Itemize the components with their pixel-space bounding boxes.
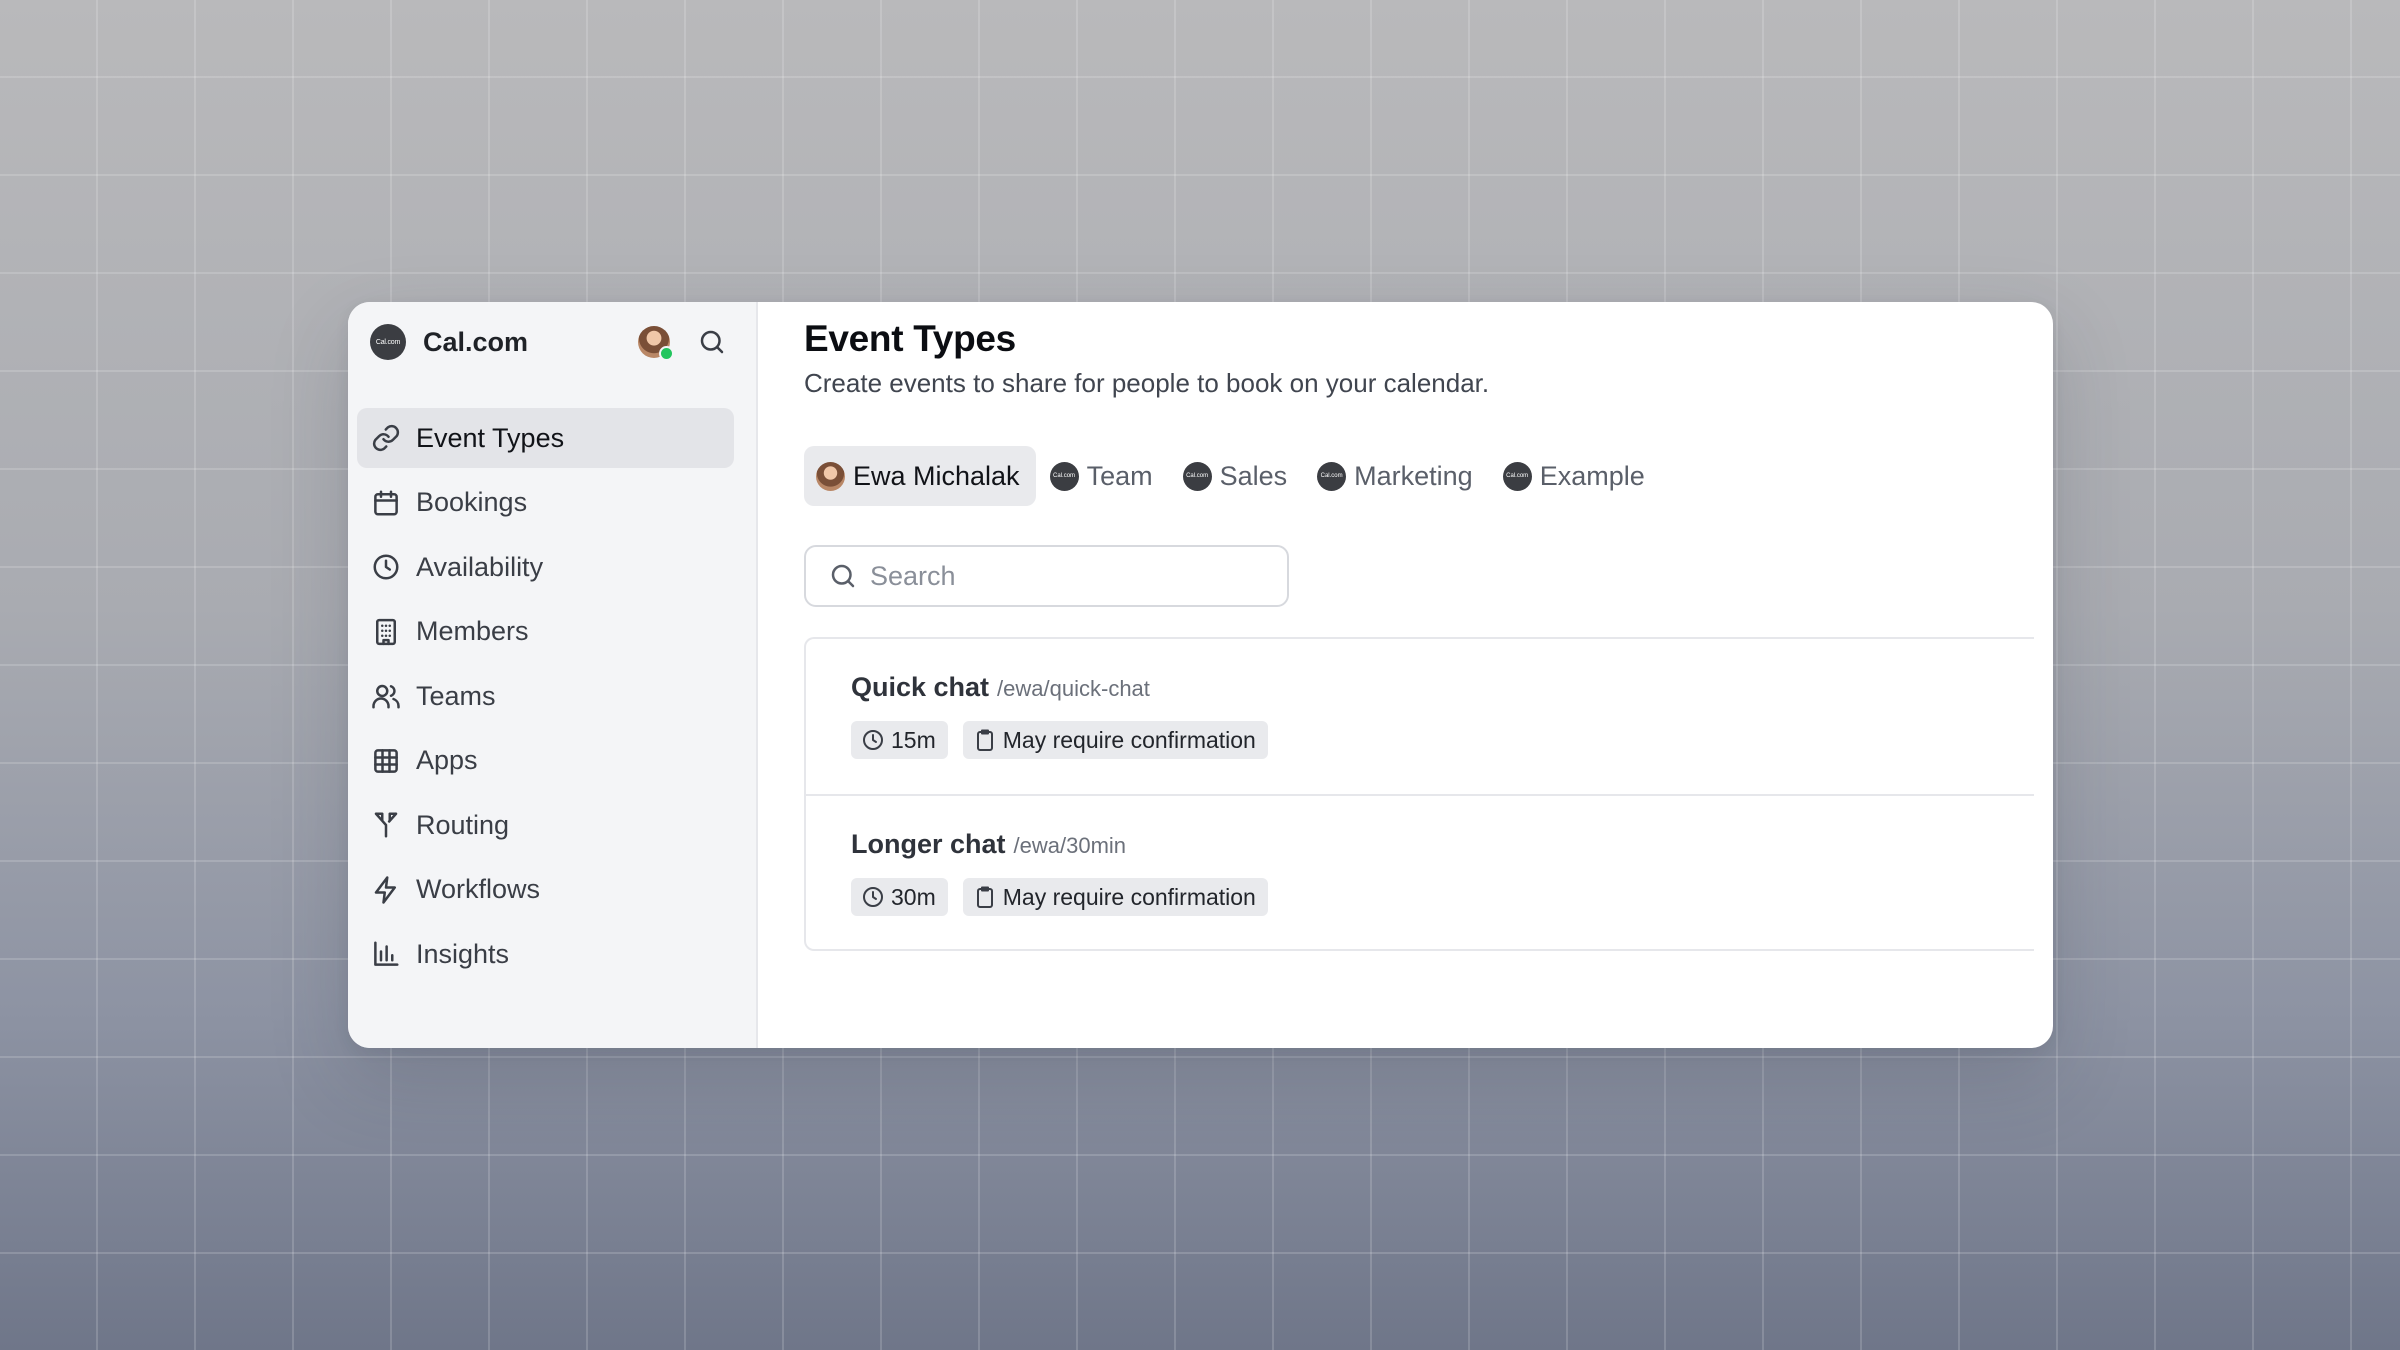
tab-marketing[interactable]: Cal.com Marketing <box>1305 446 1489 506</box>
tab-label: Example <box>1539 460 1645 491</box>
event-header: Quick chat /ewa/quick-chat <box>851 672 2034 703</box>
search-icon <box>831 564 855 588</box>
search-button[interactable] <box>697 327 727 357</box>
team-logo: Cal.com <box>1502 461 1532 491</box>
duration-label: 30m <box>891 883 936 910</box>
sidebar-item-label: Teams <box>416 680 496 711</box>
sidebar-item-label: Apps <box>416 745 478 775</box>
page-subtitle: Create events to share for people to boo… <box>804 368 1490 398</box>
sidebar-item-workflows[interactable]: Workflows <box>357 860 734 920</box>
profile-tabs: Ewa Michalak Cal.com Team Cal.com Sales … <box>804 446 2053 506</box>
event-type-list: Quick chat /ewa/quick-chat 15m May requi… <box>804 637 2034 951</box>
link-icon <box>372 424 400 452</box>
avatar <box>816 461 845 491</box>
sidebar-item-teams[interactable]: Teams <box>357 666 734 726</box>
sidebar-nav: Event Types Bookings Availability Member… <box>357 408 734 984</box>
sidebar-item-event-types[interactable]: Event Types <box>357 408 734 468</box>
team-logo: Cal.com <box>1317 461 1347 491</box>
brand-logo[interactable]: Cal.com <box>370 324 406 360</box>
tab-ewa-michalak[interactable]: Ewa Michalak <box>804 446 1036 506</box>
main-content: Event Types Create events to share for p… <box>758 302 2053 1048</box>
split-icon <box>374 812 398 838</box>
duration-badge: 15m <box>851 721 948 759</box>
tab-label: Sales <box>1219 460 1288 491</box>
search-field[interactable] <box>804 545 1289 607</box>
event-title[interactable]: Longer chat <box>851 829 1006 860</box>
event-badges: 30m May require confirmation <box>851 878 2034 916</box>
sidebar: Cal.com Cal.com Event Types Bookings Ava… <box>348 302 758 1048</box>
sidebar-item-members[interactable]: Members <box>357 602 734 662</box>
event-header: Longer chat /ewa/30min <box>851 829 2034 860</box>
tab-example[interactable]: Cal.com Example <box>1491 446 1661 506</box>
grid-icon <box>374 748 398 773</box>
confirmation-label: May require confirmation <box>1002 883 1256 910</box>
sidebar-item-label: Insights <box>416 938 510 969</box>
confirmation-label: May require confirmation <box>1002 726 1256 753</box>
team-logo: Cal.com <box>1049 461 1079 491</box>
clock-icon <box>863 730 883 750</box>
event-badges: 15m May require confirmation <box>851 721 2034 759</box>
sidebar-item-insights[interactable]: Insights <box>357 924 734 984</box>
online-status-dot <box>659 346 674 361</box>
event-title[interactable]: Quick chat <box>851 672 989 703</box>
sidebar-item-bookings[interactable]: Bookings <box>357 473 734 533</box>
event-type-row-quick-chat[interactable]: Quick chat /ewa/quick-chat 15m May requi… <box>806 639 2034 794</box>
search-icon <box>700 330 724 354</box>
app-window: Cal.com Cal.com Event Types Bookings Ava… <box>348 302 2053 1048</box>
building-icon <box>376 618 396 645</box>
sidebar-item-apps[interactable]: Apps <box>357 731 734 791</box>
sidebar-item-label: Routing <box>416 809 510 840</box>
tab-team[interactable]: Cal.com Team <box>1038 446 1169 506</box>
user-avatar[interactable] <box>638 326 674 361</box>
search-input[interactable] <box>870 560 1250 592</box>
event-slug: /ewa/30min <box>1013 833 1127 858</box>
bar-chart-icon <box>374 941 399 966</box>
team-logo: Cal.com <box>1182 461 1212 491</box>
clipboard-icon <box>976 729 993 751</box>
sidebar-item-label: Availability <box>416 551 544 582</box>
sidebar-item-routing[interactable]: Routing <box>357 795 734 855</box>
duration-label: 15m <box>891 726 936 753</box>
clock-icon <box>373 554 399 580</box>
confirmation-badge: May require confirmation <box>962 721 1268 759</box>
sidebar-item-label: Workflows <box>416 874 541 904</box>
zap-icon <box>374 875 396 904</box>
tab-label: Team <box>1086 460 1153 491</box>
tab-label: Marketing <box>1354 460 1473 491</box>
sidebar-item-label: Members <box>416 616 529 646</box>
tab-label: Ewa Michalak <box>853 460 1020 491</box>
calendar-icon <box>374 490 398 515</box>
confirmation-badge: May require confirmation <box>962 878 1268 916</box>
tab-sales[interactable]: Cal.com Sales <box>1171 446 1304 506</box>
brand-row: Cal.com Cal.com <box>357 302 734 382</box>
duration-badge: 30m <box>851 878 948 916</box>
users-icon <box>372 684 400 709</box>
page-title: Event Types <box>804 318 1016 359</box>
sidebar-item-label: Bookings <box>416 487 528 517</box>
clipboard-icon <box>976 886 993 908</box>
clock-icon <box>863 887 883 907</box>
sidebar-item-label: Event Types <box>416 422 565 453</box>
event-type-row-longer-chat[interactable]: Longer chat /ewa/30min 30m May require c… <box>806 794 2034 949</box>
brand-name[interactable]: Cal.com <box>423 327 528 358</box>
event-slug: /ewa/quick-chat <box>997 676 1150 701</box>
sidebar-item-availability[interactable]: Availability <box>357 537 734 597</box>
